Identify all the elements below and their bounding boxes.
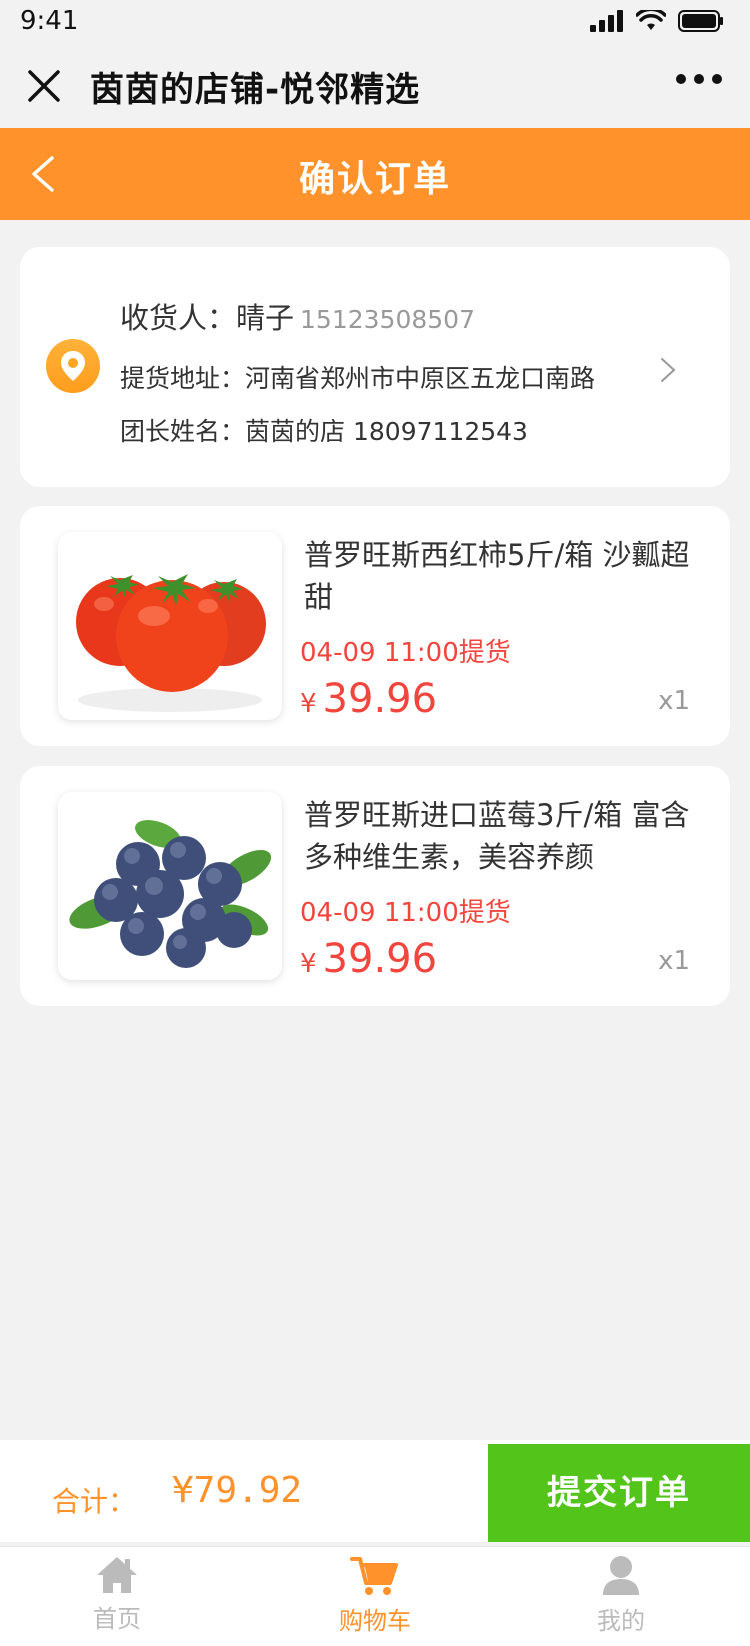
pickup-address-row: 提货地址：河南省郑州市中原区五龙口南路 xyxy=(120,359,595,395)
pickup-time: 04-09 11:00提货 xyxy=(300,638,511,668)
pickup-label: 提货地址： xyxy=(120,364,246,393)
receiver-label: 收货人： xyxy=(120,301,237,335)
leader-phone: 18097112543 xyxy=(352,417,528,446)
currency-symbol: ¥ xyxy=(300,689,317,719)
blueberry-image xyxy=(58,792,282,980)
submit-order-button[interactable]: 提交订单 xyxy=(488,1444,750,1542)
currency-symbol: ¥ xyxy=(300,949,317,979)
status-bar: 9:41 xyxy=(0,0,750,44)
battery-icon xyxy=(678,10,723,32)
user-icon xyxy=(603,1556,639,1595)
product-card[interactable]: 普罗旺斯进口蓝莓3斤/箱 富含多种维生素，美容养颜 04-09 11:00提货 … xyxy=(20,766,730,1006)
page-title: 确认订单 xyxy=(298,159,451,200)
product-price: ¥39.96 xyxy=(300,936,437,982)
mini-program-title: 茵茵的店铺-悦邻精选 xyxy=(90,70,421,110)
total-label: 合计： xyxy=(52,1485,137,1518)
tab-cart[interactable]: 购物车 xyxy=(310,1555,440,1636)
bottom-tab-bar: 首页 购物车 我的 xyxy=(0,1546,750,1646)
price-amount: 39.96 xyxy=(322,936,438,982)
cart-icon xyxy=(350,1557,398,1595)
close-icon[interactable] xyxy=(24,66,64,106)
pickup-time: 04-09 11:00提货 xyxy=(300,898,511,928)
total-amount: ¥79.92 xyxy=(172,1470,303,1511)
leader-row: 团长姓名：茵茵的店 18097112543 xyxy=(120,412,528,448)
tab-profile-label: 我的 xyxy=(597,1607,645,1635)
mini-program-header: 茵茵的店铺-悦邻精选 xyxy=(0,44,750,128)
status-icons xyxy=(590,10,724,32)
order-summary-bar: 合计： ¥79.92 提交订单 xyxy=(0,1440,750,1542)
product-quantity: x1 xyxy=(658,686,690,716)
tab-profile[interactable]: 我的 xyxy=(556,1555,686,1636)
pickup-address: 河南省郑州市中原区五龙口南路 xyxy=(245,364,596,393)
home-icon xyxy=(97,1557,137,1593)
product-name: 普罗旺斯西红柿5斤/箱 沙瓤超甜 xyxy=(304,538,690,614)
receiver-row: 收货人：晴子 15123508507 xyxy=(120,295,475,337)
tab-home[interactable]: 首页 xyxy=(52,1555,182,1634)
tomato-image xyxy=(58,532,282,720)
location-pin-icon xyxy=(46,339,100,393)
address-card[interactable]: 收货人：晴子 15123508507 提货地址：河南省郑州市中原区五龙口南路 团长… xyxy=(20,247,730,487)
product-name: 普罗旺斯进口蓝莓3斤/箱 富含多种维生素，美容养颜 xyxy=(304,798,690,874)
leader-label: 团长姓名： xyxy=(120,417,246,446)
product-card[interactable]: 普罗旺斯西红柿5斤/箱 沙瓤超甜 04-09 11:00提货 ¥39.96 x1 xyxy=(20,506,730,746)
receiver-phone: 15123508507 xyxy=(300,305,475,334)
product-quantity: x1 xyxy=(658,946,690,976)
tab-home-label: 首页 xyxy=(93,1605,141,1633)
signal-icon xyxy=(590,10,623,32)
more-icon[interactable] xyxy=(676,74,722,84)
receiver-name: 晴子 xyxy=(236,301,295,335)
tab-cart-label: 购物车 xyxy=(339,1607,411,1635)
status-time: 9:41 xyxy=(20,6,79,36)
page-header: 确认订单 xyxy=(0,128,750,220)
price-amount: 39.96 xyxy=(322,676,438,722)
product-price: ¥39.96 xyxy=(300,676,437,722)
wifi-icon xyxy=(636,10,666,30)
chevron-right-icon[interactable] xyxy=(658,355,678,385)
leader-name: 茵茵的店 xyxy=(245,417,346,446)
